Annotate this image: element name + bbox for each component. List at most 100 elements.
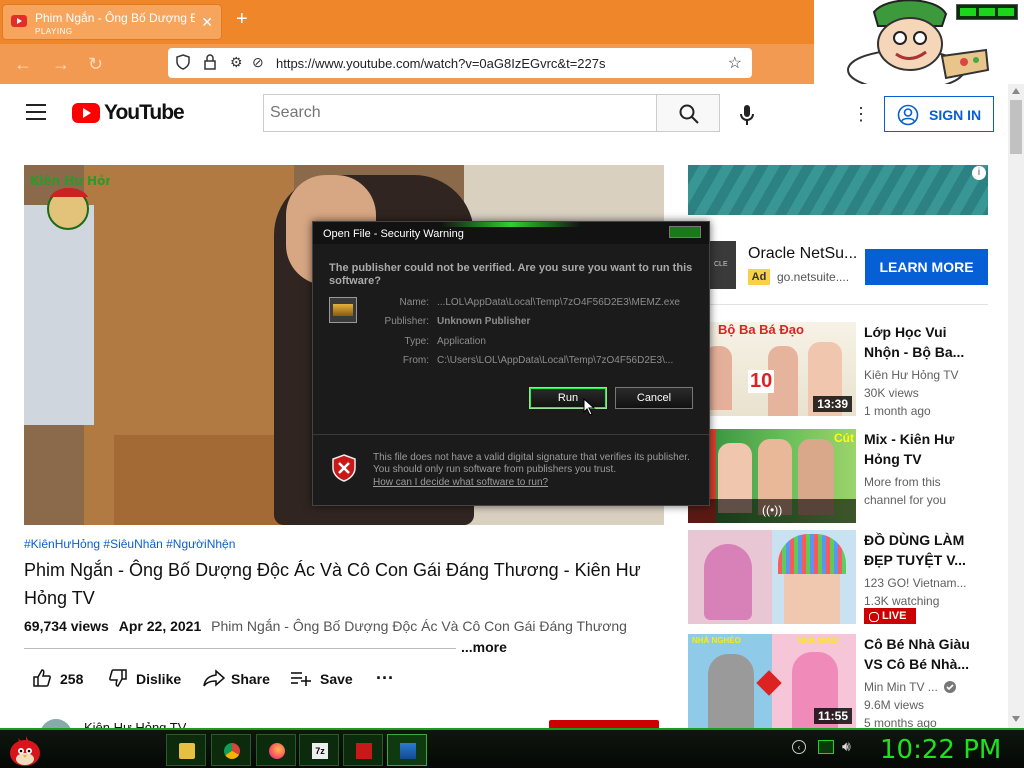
autoplay-blocked-icon[interactable]: ⊘ (252, 54, 264, 71)
watermark-text: Kiên Hư Hỏng (30, 174, 110, 188)
taskbar-chrome[interactable] (211, 734, 251, 766)
like-count: 258 (60, 671, 84, 687)
account-icon (897, 104, 919, 126)
taskbar-active-app[interactable] (387, 734, 427, 766)
save-label: Save (320, 671, 353, 687)
mix-thumbnail[interactable]: Cút ((•)) (688, 429, 856, 523)
permissions-icon[interactable]: ⚙ (230, 54, 243, 71)
tray-expand-icon[interactable]: ‹ (792, 740, 806, 754)
channel-name[interactable]: 123 GO! Vietnam... (864, 576, 986, 590)
search-button[interactable] (656, 94, 720, 132)
cancel-button[interactable]: Cancel (615, 387, 693, 409)
view-count: 9.6M views (864, 698, 925, 712)
live-thumbnail[interactable] (688, 530, 856, 624)
ad-banner-image[interactable] (688, 165, 988, 215)
ad-domain: go.netsuite.... (777, 270, 850, 284)
share-icon (203, 669, 226, 687)
upload-date: Apr 22, 2021 (118, 618, 202, 634)
watching-count: 1.3K watching (864, 594, 940, 608)
video-info-row[interactable]: 69,734 views Apr 22, 2021 Phim Ngắn - Ôn… (24, 618, 664, 634)
video-title[interactable]: Lớp Học Vui Nhộn - Bộ Ba... (864, 322, 986, 362)
dialog-title-bar[interactable]: Open File - Security Warning (313, 222, 709, 244)
taskbar-acrobat[interactable] (343, 734, 383, 766)
ad-badge: Ad (748, 269, 770, 285)
forward-arrow-icon[interactable]: → (52, 54, 70, 75)
search-box[interactable] (263, 94, 657, 132)
tab-title: Phim Ngắn - Ông Bố Dượng Đ (35, 11, 195, 25)
more-description-button[interactable]: ...more (461, 639, 507, 655)
subscribe-button[interactable] (549, 720, 659, 728)
scrollbar-thumb[interactable] (1010, 100, 1022, 154)
recommended-live[interactable]: ĐỒ DÙNG LÀM ĐẸP TUYỆT V... 123 GO! Vietn… (688, 530, 988, 626)
video-hashtags[interactable]: #KiênHưHỏng #SiêuNhân #NgườiNhện (24, 537, 235, 551)
channel-row: Kiên Hư Hỏng TV (24, 712, 664, 737)
channel-name[interactable]: Kiên Hư Hỏng TV (84, 720, 186, 728)
sign-in-button[interactable]: SIGN IN (884, 96, 994, 132)
search-input[interactable] (264, 95, 656, 131)
lock-icon[interactable] (204, 54, 216, 73)
thumbs-up-icon (33, 669, 51, 687)
search-icon (679, 104, 699, 124)
tab-close-icon[interactable]: ✕ (201, 14, 213, 31)
new-tab-icon[interactable]: + (236, 8, 248, 31)
channel-name[interactable]: Min Min TV ... (864, 680, 944, 694)
back-arrow-icon[interactable]: ← (14, 54, 32, 75)
video-title[interactable]: ĐỒ DÙNG LÀM ĐẸP TUYỆT V... (864, 530, 986, 570)
volume-icon[interactable]: 🔊︎ (842, 738, 851, 755)
sign-in-label: SIGN IN (929, 107, 982, 123)
url-bar[interactable]: ⚙ ⊘ https://www.youtube.com/watch?v=0aG8… (168, 48, 752, 78)
clock[interactable]: 10:22 PM (880, 735, 1001, 765)
youtube-wordmark[interactable]: YouTube (104, 101, 185, 125)
publisher-value: Unknown Publisher (437, 316, 531, 327)
thumbs-down-icon (109, 669, 127, 687)
video-title[interactable]: Mix - Kiên Hư Hỏng TV (864, 429, 986, 469)
mascot-status-bar (956, 4, 1018, 20)
recommended-video[interactable]: NHÀ NGHÈO NHÀ GIÀU 11:55 Cô Bé Nhà Giàu … (688, 634, 988, 730)
share-button[interactable]: Share (203, 668, 273, 690)
reload-icon[interactable]: ↻ (88, 54, 103, 75)
bookmark-star-icon[interactable]: ☆ (728, 53, 742, 73)
description-divider (24, 648, 456, 649)
save-button[interactable]: Save (290, 668, 360, 690)
taskbar-file-explorer[interactable] (166, 734, 206, 766)
video-title[interactable]: Cô Bé Nhà Giàu VS Cô Bé Nhà... (864, 634, 986, 674)
ad-info-icon[interactable]: i (972, 166, 986, 180)
youtube-logo-icon[interactable] (72, 103, 100, 123)
network-icon[interactable] (818, 740, 834, 754)
help-link[interactable]: How can I decide what software to run? (373, 477, 548, 488)
from-value: C:\Users\LOL\AppData\Local\Temp\7zO4F56D… (437, 355, 674, 366)
chrome-icon (224, 743, 240, 759)
start-button-icon[interactable] (6, 732, 44, 768)
youtube-favicon-icon (11, 15, 27, 27)
video-thumbnail[interactable]: NHÀ NGHÈO NHÀ GIÀU 11:55 (688, 634, 856, 728)
more-options-icon[interactable]: ⋮ (852, 104, 870, 125)
ad-title[interactable]: Oracle NetSu... (748, 245, 856, 263)
learn-more-button[interactable]: LEARN MORE (865, 249, 988, 285)
like-button[interactable]: 258 (32, 668, 92, 690)
channel-name[interactable]: Kiên Hư Hỏng TV (864, 368, 986, 382)
dialog-close-button[interactable] (669, 226, 701, 238)
dislike-button[interactable]: Dislike (108, 668, 188, 690)
more-actions-icon[interactable]: ··· (376, 668, 400, 690)
folder-icon (179, 743, 195, 759)
taskbar: 7z ‹ 🔊︎ 10:22 PM (0, 728, 1024, 768)
recommended-video[interactable]: Bộ Ba Bá Đạo 10 13:39 Lớp Học Vui Nhộn -… (688, 322, 988, 418)
scroll-down-arrow-icon[interactable] (1012, 716, 1020, 722)
video-thumbnail[interactable]: Bộ Ba Bá Đạo 10 13:39 (688, 322, 856, 416)
view-count: 30K views (864, 386, 919, 400)
microphone-icon[interactable] (738, 104, 756, 131)
page-scrollbar[interactable] (1008, 84, 1024, 728)
recommended-mix[interactable]: Cút ((•)) Mix - Kiên Hư Hỏng TV More fro… (688, 429, 988, 525)
pdf-icon (356, 743, 372, 759)
url-text[interactable]: https://www.youtube.com/watch?v=0aG8IzEG… (276, 56, 606, 71)
shield-tracking-icon[interactable] (176, 54, 190, 73)
browser-nav-bar: ← → ↻ ⚙ ⊘ https://www.youtube.com/watch?… (0, 44, 814, 84)
browser-tab[interactable]: Phim Ngắn - Ông Bố Dượng Đ PLAYING ✕ (2, 4, 222, 40)
taskbar-firefox[interactable] (256, 734, 296, 766)
security-shield-icon (332, 454, 356, 482)
scroll-up-arrow-icon[interactable] (1012, 88, 1020, 94)
video-description: Phim Ngắn - Ông Bố Dượng Độc Ác Và Cô Co… (211, 618, 627, 634)
menu-icon[interactable] (26, 104, 46, 120)
taskbar-7zip[interactable]: 7z (299, 734, 339, 766)
firefox-icon (269, 743, 285, 759)
